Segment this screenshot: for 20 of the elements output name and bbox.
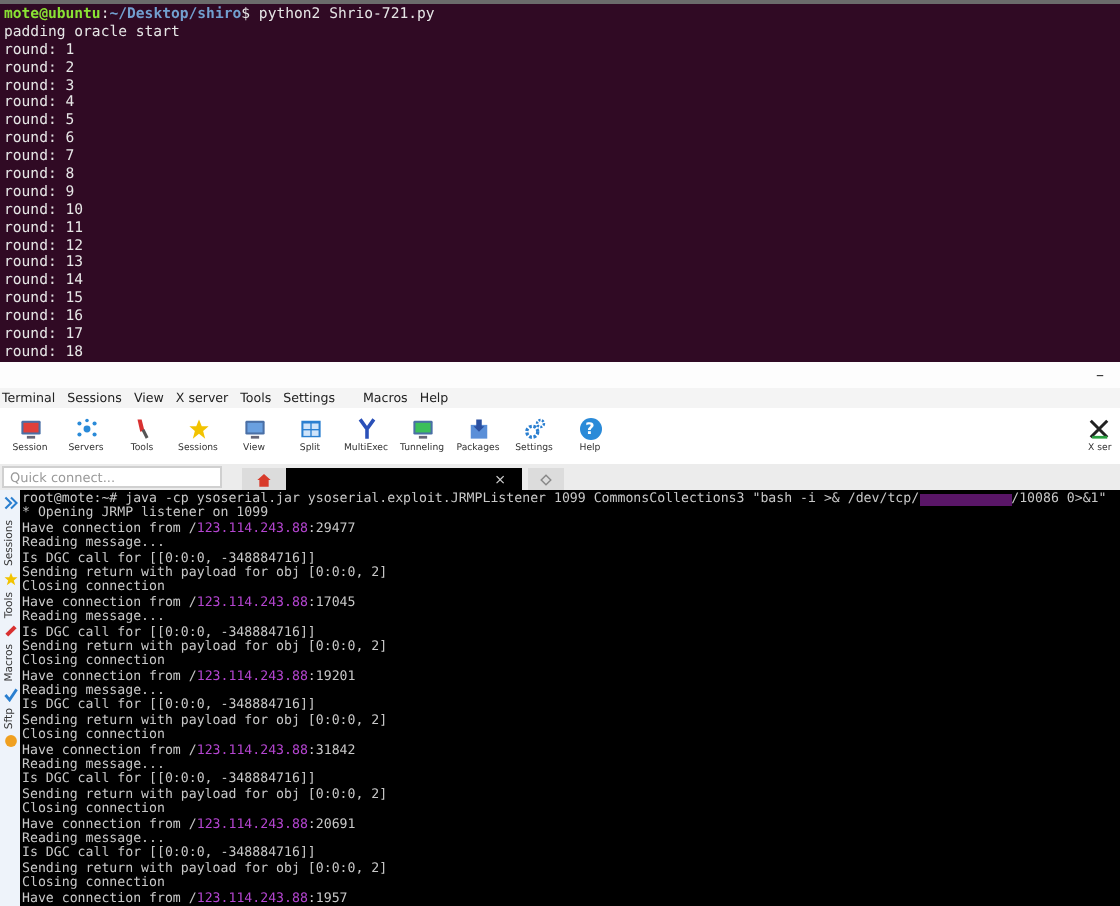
star-icon	[187, 418, 209, 440]
gears-icon	[523, 418, 545, 440]
chevron-icon[interactable]	[3, 496, 17, 510]
monitor-icon	[19, 418, 41, 440]
grid-icon	[299, 418, 321, 440]
redaction-bar	[919, 493, 1012, 506]
fork-icon	[355, 418, 377, 440]
monitor-icon	[411, 418, 433, 440]
package-icon	[467, 418, 489, 440]
home-tab[interactable]	[242, 468, 286, 490]
x-icon	[1088, 418, 1110, 440]
check-icon	[3, 687, 17, 702]
tab-icon	[540, 473, 552, 485]
help-icon: ?	[579, 418, 601, 440]
monitor-icon	[243, 418, 265, 440]
star-icon	[3, 571, 17, 586]
network-icon	[75, 418, 97, 440]
new-tab[interactable]	[528, 468, 564, 490]
house-icon	[256, 471, 272, 487]
minimize-button[interactable]: –	[1096, 366, 1104, 384]
